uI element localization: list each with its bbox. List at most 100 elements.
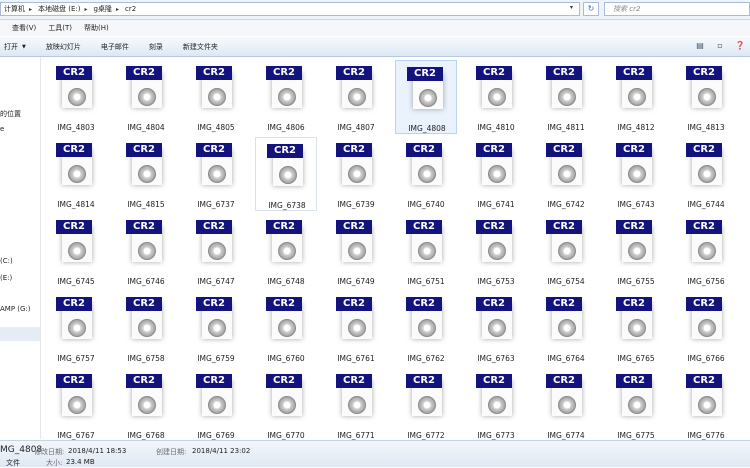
file-item[interactable]: CR2 IMG_4810 <box>465 60 527 134</box>
email-button[interactable]: 电子邮件 <box>91 42 139 52</box>
file-item[interactable]: CR2 IMG_6770 <box>255 368 317 442</box>
file-item[interactable]: CR2 IMG_6738 <box>255 137 317 211</box>
file-item[interactable]: CR2 IMG_4805 <box>185 60 247 134</box>
cr2-badge: CR2 <box>336 66 372 80</box>
disc-icon <box>138 165 156 183</box>
nav-item-drive-g[interactable]: AMP (G:) <box>0 305 31 313</box>
file-item[interactable]: CR2 IMG_6768 <box>115 368 177 442</box>
file-name-label: IMG_6776 <box>687 431 725 440</box>
view-options-icon[interactable]: ▤ <box>694 40 706 52</box>
preview-pane-icon[interactable]: ▫ <box>714 40 726 52</box>
file-item[interactable]: CR2 IMG_6746 <box>115 214 177 288</box>
file-name-label: IMG_6765 <box>617 354 655 363</box>
breadcrumb-computer[interactable]: 计算机 ▸ <box>1 4 35 14</box>
disc-icon <box>418 319 436 337</box>
disc-icon <box>558 165 576 183</box>
file-item[interactable]: CR2 IMG_6774 <box>535 368 597 442</box>
menu-tools[interactable]: 工具(T) <box>42 23 78 33</box>
file-name-label: IMG_6758 <box>127 354 165 363</box>
file-item[interactable]: CR2 IMG_6773 <box>465 368 527 442</box>
breadcrumb-drive-e[interactable]: 本地磁盘 (E:) ▸ <box>35 4 90 14</box>
search-input[interactable]: 搜索 cr2 <box>604 2 750 16</box>
file-item[interactable]: CR2 IMG_6769 <box>185 368 247 442</box>
refresh-icon[interactable]: ↻ <box>583 2 599 16</box>
file-name-label: IMG_4811 <box>547 123 585 132</box>
breadcrumb-folder[interactable]: g桌隆 ▸ <box>91 4 122 14</box>
file-item[interactable]: CR2 IMG_6772 <box>395 368 457 442</box>
file-item[interactable]: CR2 IMG_6753 <box>465 214 527 288</box>
file-name-label: IMG_6743 <box>617 200 655 209</box>
slideshow-button[interactable]: 放映幻灯片 <box>36 42 91 52</box>
new-folder-button[interactable]: 新建文件夹 <box>173 42 228 52</box>
nav-item-locations[interactable]: 的位置 <box>0 109 21 119</box>
file-item[interactable]: CR2 IMG_6760 <box>255 291 317 365</box>
file-item[interactable]: CR2 IMG_6771 <box>325 368 387 442</box>
file-name-label: IMG_6757 <box>57 354 95 363</box>
file-item[interactable]: CR2 IMG_4815 <box>115 137 177 211</box>
disc-icon <box>278 319 296 337</box>
file-item[interactable]: CR2 IMG_6757 <box>45 291 107 365</box>
file-item[interactable]: CR2 IMG_6756 <box>675 214 737 288</box>
file-item[interactable]: CR2 IMG_6764 <box>535 291 597 365</box>
cr2-badge: CR2 <box>267 144 303 158</box>
file-item[interactable]: CR2 IMG_6762 <box>395 291 457 365</box>
open-button[interactable]: 打开 ▼ <box>0 42 36 52</box>
details-modified-label: 修改日期: <box>34 448 65 456</box>
file-item[interactable]: CR2 IMG_6737 <box>185 137 247 211</box>
file-item[interactable]: CR2 IMG_6747 <box>185 214 247 288</box>
file-item[interactable]: CR2 IMG_4807 <box>325 60 387 134</box>
help-icon[interactable]: ❓ <box>734 40 746 52</box>
file-item[interactable]: CR2 IMG_4811 <box>535 60 597 134</box>
menu-help[interactable]: 帮助(H) <box>78 23 115 33</box>
file-item[interactable]: CR2 IMG_6742 <box>535 137 597 211</box>
file-item[interactable]: CR2 IMG_6739 <box>325 137 387 211</box>
file-item[interactable]: CR2 IMG_6763 <box>465 291 527 365</box>
nav-item-drive-c[interactable]: (C:) <box>0 257 13 265</box>
breadcrumb-current[interactable]: cr2 <box>122 5 139 13</box>
navigation-pane: 的位置 e (C:) (E:) AMP (G:) <box>0 57 41 439</box>
file-item[interactable]: CR2 IMG_6740 <box>395 137 457 211</box>
disc-icon <box>208 242 226 260</box>
breadcrumb[interactable]: 计算机 ▸ 本地磁盘 (E:) ▸ g桌隆 ▸ cr2 <box>0 2 580 16</box>
cr2-badge: CR2 <box>406 374 442 388</box>
file-item[interactable]: CR2 IMG_6766 <box>675 291 737 365</box>
file-item[interactable]: CR2 IMG_6744 <box>675 137 737 211</box>
file-item[interactable]: CR2 IMG_4814 <box>45 137 107 211</box>
file-item[interactable]: CR2 IMG_4804 <box>115 60 177 134</box>
disc-icon <box>348 242 366 260</box>
file-item[interactable]: CR2 IMG_6754 <box>535 214 597 288</box>
file-item[interactable]: CR2 IMG_6755 <box>605 214 667 288</box>
file-item[interactable]: CR2 IMG_6761 <box>325 291 387 365</box>
file-item[interactable]: CR2 IMG_6745 <box>45 214 107 288</box>
burn-button[interactable]: 刻录 <box>139 42 173 52</box>
address-bar: 计算机 ▸ 本地磁盘 (E:) ▸ g桌隆 ▸ cr2 ▾ ↻ 搜索 cr2 <box>0 0 750 20</box>
disc-icon <box>348 319 366 337</box>
file-item[interactable]: CR2 IMG_6758 <box>115 291 177 365</box>
nav-item-e[interactable]: e <box>0 125 4 133</box>
file-name-label: IMG_4812 <box>617 123 655 132</box>
disc-icon <box>628 396 646 414</box>
file-item[interactable]: CR2 IMG_6775 <box>605 368 667 442</box>
file-name-label: IMG_4807 <box>337 123 375 132</box>
file-item[interactable]: CR2 IMG_4813 <box>675 60 737 134</box>
file-item[interactable]: CR2 IMG_6741 <box>465 137 527 211</box>
file-item[interactable]: CR2 IMG_6748 <box>255 214 317 288</box>
file-item[interactable]: CR2 IMG_6765 <box>605 291 667 365</box>
disc-icon <box>278 88 296 106</box>
cr2-badge: CR2 <box>616 374 652 388</box>
file-item[interactable]: CR2 IMG_6743 <box>605 137 667 211</box>
file-item[interactable]: CR2 IMG_4803 <box>45 60 107 134</box>
address-dropdown-icon[interactable]: ▾ <box>570 4 573 11</box>
file-item[interactable]: CR2 IMG_6751 <box>395 214 457 288</box>
file-item[interactable]: CR2 IMG_6759 <box>185 291 247 365</box>
file-item[interactable]: CR2 IMG_4812 <box>605 60 667 134</box>
nav-item-drive-e[interactable]: (E:) <box>0 274 12 282</box>
disc-icon <box>558 396 576 414</box>
file-item[interactable]: CR2 IMG_6767 <box>45 368 107 442</box>
cr2-badge: CR2 <box>686 143 722 157</box>
file-item[interactable]: CR2 IMG_4808 <box>395 60 457 134</box>
file-item[interactable]: CR2 IMG_6776 <box>675 368 737 442</box>
file-item[interactable]: CR2 IMG_6749 <box>325 214 387 288</box>
menu-view[interactable]: 查看(V) <box>6 23 42 33</box>
file-item[interactable]: CR2 IMG_4806 <box>255 60 317 134</box>
